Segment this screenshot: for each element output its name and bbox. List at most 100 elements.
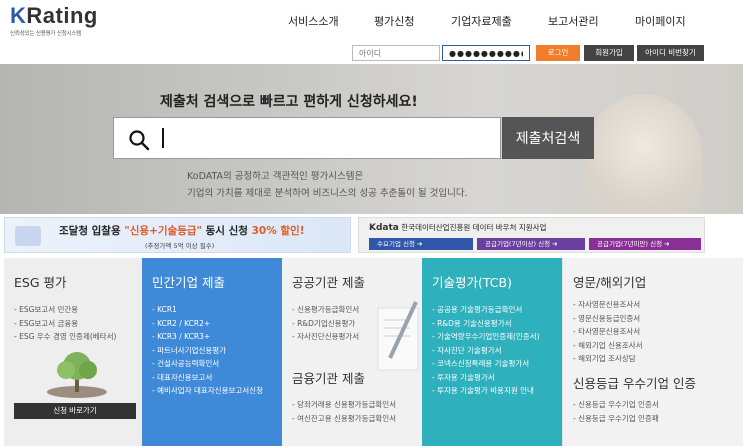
- nav-service-intro[interactable]: 서비스소개: [288, 13, 339, 29]
- card-certification-title: 신용등급 우수기업 인증: [573, 376, 696, 391]
- password-input[interactable]: [442, 45, 530, 61]
- hero-background-decoration: [583, 94, 703, 214]
- banner2-org: 한국데이터산업진흥원: [401, 223, 471, 232]
- list-item[interactable]: - KCR3 / KCR3+: [152, 330, 263, 344]
- list-item[interactable]: - 여신잔고용 신용평가등급확인서: [292, 412, 396, 426]
- supplier-7y-minus-apply-button[interactable]: 공급기업(7년미만) 신청 ➔: [589, 238, 701, 250]
- list-item[interactable]: - ESG 우수 경영 인증제(베타서): [14, 330, 116, 344]
- supplier-7y-plus-apply-button[interactable]: 공급기업(7년이상) 신청 ➔: [477, 238, 585, 250]
- nav-report-manage[interactable]: 보고서관리: [548, 13, 599, 29]
- procurement-discount-banner[interactable]: 조달청 입찰용 "신용+기술등급" 동시 신청 30% 할인! (추정가액 5억…: [4, 217, 351, 253]
- banner1-suffix: 할인!: [276, 225, 305, 237]
- service-cards: ESG 평가 - ESG보고서 민간용 - ESG보고서 금융용 - ESG 우…: [0, 258, 743, 446]
- hero-title: 제출처 검색으로 빠르고 편하게 신청하세요!: [160, 94, 418, 110]
- list-item[interactable]: - 공공용 기술평가등급확인서: [432, 303, 540, 317]
- card-overseas-list: - 자사영문신용조사서 - 영문신용등급인증서 - 타사영문신용조사서 - 해외…: [573, 298, 643, 366]
- search-box[interactable]: [113, 117, 501, 159]
- list-item[interactable]: - 코넥스신청특례용 기술평가서: [432, 357, 540, 371]
- list-item[interactable]: - 당좌거래용 신용평가등급확인서: [292, 398, 396, 412]
- list-item[interactable]: - 해외기업 신용조사서: [573, 339, 643, 353]
- card-esg-title: ESG 평가: [14, 275, 67, 290]
- nav-submit-data[interactable]: 기업자료제출: [451, 13, 512, 29]
- list-item[interactable]: - 신용등급 우수기업 인증서: [573, 398, 659, 412]
- esg-apply-button[interactable]: 신청 바로가기: [14, 403, 136, 419]
- card-esg-list: - ESG보고서 민간용 - ESG보고서 금융용 - ESG 우수 경영 인증…: [14, 303, 116, 344]
- banner-row: 조달청 입찰용 "신용+기술등급" 동시 신청 30% 할인! (추정가액 5억…: [0, 214, 743, 256]
- banner1-prefix: 조달청 입찰용: [59, 225, 125, 237]
- hero-desc-line2: 기업의 가치를 제대로 분석하여 비즈니스의 성공 추춘돌이 될 것입니다.: [187, 188, 468, 199]
- hero-section: 제출처 검색으로 빠르고 편하게 신청하세요! 제출처검색 KoDATA의 공정…: [0, 64, 743, 214]
- list-item[interactable]: - 신용등급 우수기업 인증패: [573, 412, 659, 426]
- search-input-caret: [162, 128, 164, 148]
- list-item[interactable]: - 자사진단신용평가서: [292, 330, 359, 344]
- list-item[interactable]: - 건설사공능력확인서: [152, 357, 263, 371]
- list-item[interactable]: - R&D용 기술신용평가서: [432, 317, 540, 331]
- banner2-title: 데이터 바우처 지원사업: [472, 223, 547, 232]
- arrow-right-icon: ➔: [417, 240, 423, 248]
- card-public-list: - 신용평가등급확인서 - R&D기업신용평가 - 자사진단신용평가서: [292, 303, 359, 344]
- banner-graphic-icon: [15, 226, 41, 246]
- list-item[interactable]: - 자사진단 기술평가서: [432, 344, 540, 358]
- list-item[interactable]: - 대표자신용보고서: [152, 371, 263, 385]
- banner1-middle: 동시 신청: [201, 225, 252, 237]
- list-item[interactable]: - ESG보고서 민간용: [14, 303, 116, 317]
- card-tcb-title: 기술평가(TCB): [432, 275, 512, 290]
- search-submit-button[interactable]: 제출처검색: [502, 117, 594, 159]
- join-button[interactable]: 회원가입: [584, 45, 634, 61]
- data-voucher-banner: Kdata 한국데이터산업진흥원 데이터 바우처 지원사업 수요기업 신청 ➔ …: [358, 217, 705, 253]
- list-item[interactable]: - 해외기업 조사상담: [573, 352, 643, 366]
- bb2-label: 공급기업(7년이상) 신청: [485, 240, 551, 248]
- banner2-header: Kdata 한국데이터산업진흥원 데이터 바우처 지원사업: [369, 222, 546, 233]
- banner1-headline: 조달청 입찰용 "신용+기술등급" 동시 신청 30% 할인!: [59, 223, 305, 238]
- find-account-button[interactable]: 아이디 비번찾기: [637, 45, 704, 61]
- card-private-title: 민간기업 제출: [152, 275, 225, 290]
- list-item[interactable]: - KCR1: [152, 303, 263, 317]
- arrow-right-icon: ➔: [552, 240, 558, 248]
- login-bar: 로그인 회원가입 아이디 비번찾기: [0, 42, 743, 64]
- login-button[interactable]: 로그인: [536, 45, 580, 61]
- bb1-label: 수요기업 신청: [377, 240, 415, 248]
- list-item[interactable]: - 파트너사기업신용평가: [152, 344, 263, 358]
- banner1-highlight: "신용+기술등급": [124, 225, 202, 237]
- banner1-note: (추정가액 5억 이상 필수): [145, 242, 215, 250]
- card-private-company: 민간기업 제출 - KCR1 - KCR2 / KCR2+ - KCR3 / K…: [142, 258, 282, 446]
- list-item[interactable]: - ESG보고서 금융용: [14, 317, 116, 331]
- card-tcb: 기술평가(TCB) - 공공용 기술평가등급확인서 - R&D용 기술신용평가서…: [422, 258, 562, 446]
- list-item[interactable]: - 신용평가등급확인서: [292, 303, 359, 317]
- card-esg: ESG 평가 - ESG보고서 민간용 - ESG보고서 금융용 - ESG 우…: [4, 258, 142, 446]
- list-item[interactable]: - 영문신용등급인증서: [573, 312, 643, 326]
- hero-description: KoDATA의 공정하고 객관적인 평가시스템은 기업의 가치를 제대로 분석하…: [187, 168, 468, 202]
- list-item[interactable]: - 투자용 기술평가 비용지원 안내: [432, 384, 540, 398]
- list-item[interactable]: - 기술역량우수기업인증제(인증서): [432, 330, 540, 344]
- list-item[interactable]: - 자사영문신용조사서: [573, 298, 643, 312]
- top-header: KRating 신뢰성있는 신용평가 신청시스템 서비스소개 평가신청 기업자료…: [0, 0, 743, 42]
- pen-icon: [377, 301, 419, 371]
- banner2-buttons: 수요기업 신청 ➔ 공급기업(7년이상) 신청 ➔ 공급기업(7년미만) 신청 …: [369, 238, 701, 250]
- banner1-discount: 30%: [251, 225, 277, 237]
- card-tcb-list: - 공공용 기술평가등급확인서 - R&D용 기술신용평가서 - 기술역량우수기…: [432, 303, 540, 398]
- card-public-institution: 공공기관 제출 - 신용평가등급확인서 - R&D기업신용평가 - 자사진단신용…: [282, 258, 422, 446]
- list-item[interactable]: - 타사영문신용조사서: [573, 325, 643, 339]
- card-public-title: 공공기관 제출: [292, 275, 365, 290]
- nav-mypage[interactable]: 마이페이지: [635, 13, 686, 29]
- card-finance-list: - 당좌거래용 신용평가등급확인서 - 여신잔고용 신용평가등급확인서: [292, 398, 396, 425]
- list-item[interactable]: - R&D기업신용평가: [292, 317, 359, 331]
- list-item[interactable]: - 투자용 기술평가서: [432, 371, 540, 385]
- card-overseas: 영문/해외기업 - 자사영문신용조사서 - 영문신용등급인증서 - 타사영문신용…: [562, 258, 743, 446]
- search-icon: [129, 130, 150, 151]
- hero-desc-line1: KoDATA의 공정하고 객관적인 평가시스템은: [187, 171, 364, 182]
- card-overseas-title: 영문/해외기업: [573, 275, 647, 290]
- card-certification-list: - 신용등급 우수기업 인증서 - 신용등급 우수기업 인증패: [573, 398, 659, 425]
- bb3-label: 공급기업(7년미만) 신청: [597, 240, 663, 248]
- card-finance-title: 금융기관 제출: [292, 371, 365, 386]
- list-item[interactable]: - KCR2 / KCR2+: [152, 317, 263, 331]
- nav-apply[interactable]: 평가신청: [374, 13, 414, 29]
- card-private-list: - KCR1 - KCR2 / KCR2+ - KCR3 / KCR3+ - 파…: [152, 303, 263, 398]
- kdata-logo: Kdata: [369, 223, 399, 233]
- demand-company-apply-button[interactable]: 수요기업 신청 ➔: [369, 238, 473, 250]
- id-input[interactable]: [352, 45, 440, 61]
- arrow-right-icon: ➔: [664, 240, 670, 248]
- main-nav: 서비스소개 평가신청 기업자료제출 보고서관리 마이페이지: [0, 13, 743, 29]
- tree-icon: [47, 352, 107, 398]
- list-item[interactable]: - 예비사업자 대표자신용보고서신청: [152, 384, 263, 398]
